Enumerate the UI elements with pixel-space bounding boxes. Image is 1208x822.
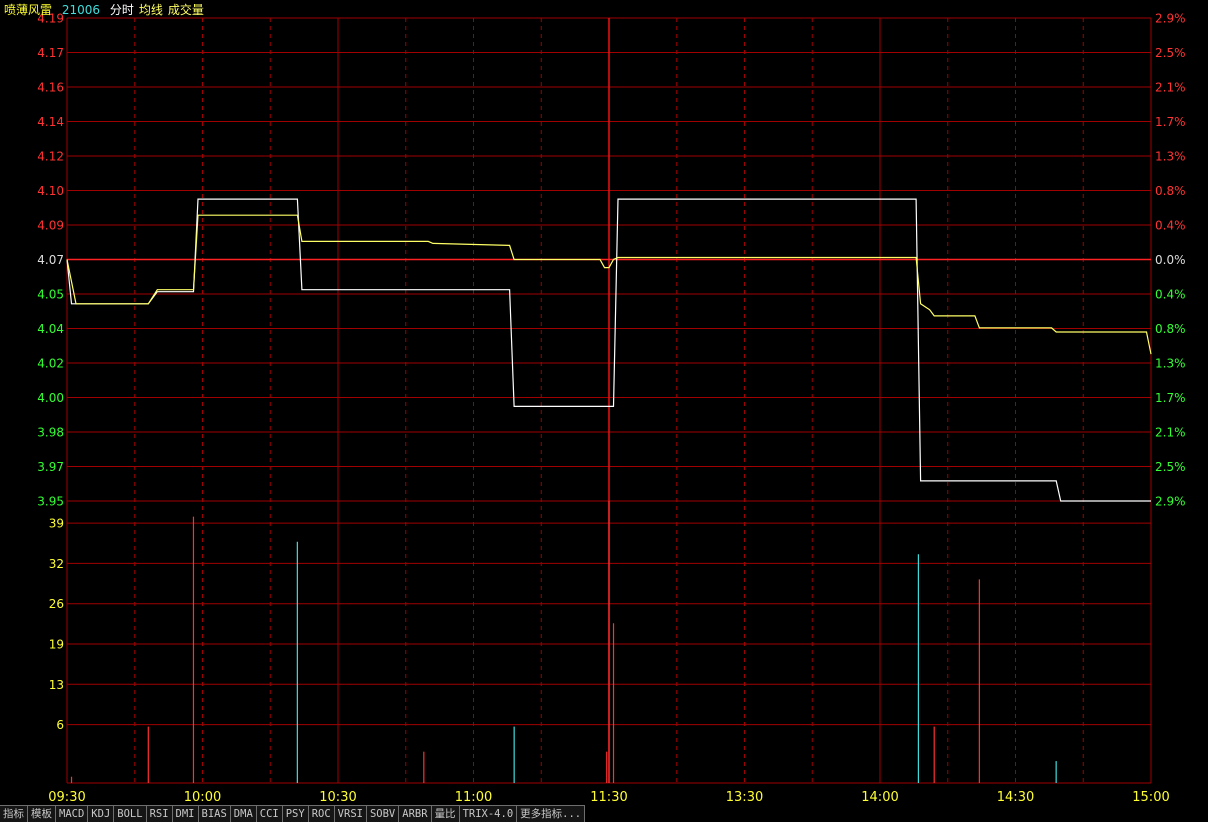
volume-tick-label: 32 [49, 557, 64, 571]
indicator-tab[interactable]: VRSI [334, 805, 367, 822]
price-tick-label: 4.04 [37, 322, 64, 336]
percent-tick-label: 1.3% [1155, 150, 1186, 164]
volume-tick-label: 13 [49, 678, 64, 692]
header-item-timeshare: 分时 [109, 3, 134, 17]
indicator-tab-bar: 指标 模板 MACD KDJ BOLL RSI DMI BIAS DMA CCI PSY ROC VRS… [0, 805, 1208, 822]
indicator-tab[interactable]: MACD [56, 805, 89, 822]
indicator-tab[interactable]: BIAS [198, 805, 231, 822]
time-tick-label: 14:00 [861, 790, 898, 805]
time-tick-label: 15:00 [1132, 790, 1169, 805]
stock-name: 喷薄风雷 [4, 3, 53, 17]
header-item-average-line: 均线 [138, 3, 163, 17]
indicator-tab[interactable]: 更多指标... [517, 805, 586, 822]
indicator-tab[interactable]: DMI [172, 805, 199, 822]
price-tick-label: 4.16 [37, 81, 64, 95]
price-tick-label: 4.10 [37, 184, 64, 198]
indicator-tab[interactable]: ROC [308, 805, 335, 822]
percent-tick-label: 0.8% [1155, 322, 1186, 336]
indicator-tab[interactable]: CCI [256, 805, 283, 822]
stock-code: 21006 [61, 3, 101, 17]
time-tick-label: 11:00 [455, 790, 492, 805]
price-tick-label: 4.05 [37, 288, 64, 302]
percent-tick-label: 0.4% [1155, 219, 1186, 233]
percent-tick-label: 2.5% [1155, 46, 1186, 60]
time-tick-label: 13:30 [726, 790, 763, 805]
indicator-tab[interactable]: 量比 [431, 805, 460, 822]
volume-tick-label: 19 [49, 638, 64, 652]
indicator-tab[interactable]: 指标 [0, 805, 28, 822]
percent-tick-label: 1.3% [1155, 357, 1186, 371]
indicator-tab[interactable]: KDJ [88, 805, 115, 822]
percent-tick-label: 0.4% [1155, 288, 1186, 302]
header-item-volume: 成交量 [167, 3, 204, 17]
price-tick-label: 3.97 [37, 460, 64, 474]
price-tick-label: 4.00 [37, 391, 64, 405]
percent-tick-label: 2.9% [1155, 12, 1186, 26]
price-tick-label: 3.95 [37, 495, 64, 509]
indicator-tab[interactable]: DMA [230, 805, 257, 822]
indicator-tab[interactable]: TRIX-4.0 [459, 805, 518, 822]
intraday-chart[interactable]: 4.194.174.164.144.124.104.094.074.054.04… [0, 0, 1208, 806]
percent-tick-label: 2.1% [1155, 81, 1186, 95]
percent-tick-label: 2.5% [1155, 460, 1186, 474]
indicator-tab[interactable]: 模板 [28, 805, 56, 822]
percent-tick-label: 1.7% [1155, 391, 1186, 405]
percent-tick-label: 2.9% [1155, 495, 1186, 509]
time-tick-label: 09:30 [48, 790, 85, 805]
chart-header: 喷薄风雷 21006 分时 均线 成交量 [4, 2, 210, 18]
indicator-tab[interactable]: SOBV [366, 805, 400, 822]
indicator-tab[interactable]: PSY [282, 805, 309, 822]
volume-tick-label: 26 [49, 597, 64, 611]
percent-tick-label: 2.1% [1155, 426, 1186, 440]
price-tick-label: 4.12 [37, 150, 64, 164]
indicator-tab[interactable]: ARBR [399, 805, 432, 822]
price-tick-label: 4.02 [37, 357, 64, 371]
time-tick-label: 11:30 [590, 790, 627, 805]
percent-tick-label: 0.0% [1155, 253, 1186, 267]
indicator-tab[interactable]: RSI [146, 805, 173, 822]
percent-tick-label: 0.8% [1155, 184, 1186, 198]
time-tick-label: 10:00 [184, 790, 221, 805]
price-tick-label: 4.09 [37, 219, 64, 233]
volume-tick-label: 39 [49, 517, 64, 531]
time-tick-label: 10:30 [319, 790, 356, 805]
price-tick-label: 4.17 [37, 46, 64, 60]
price-tick-label: 4.14 [37, 115, 64, 129]
percent-tick-label: 1.7% [1155, 115, 1186, 129]
time-tick-label: 14:30 [997, 790, 1034, 805]
indicator-tab[interactable]: BOLL [114, 805, 147, 822]
price-tick-label: 3.98 [37, 426, 64, 440]
price-tick-label: 4.07 [37, 253, 64, 267]
volume-tick-label: 6 [56, 718, 64, 732]
